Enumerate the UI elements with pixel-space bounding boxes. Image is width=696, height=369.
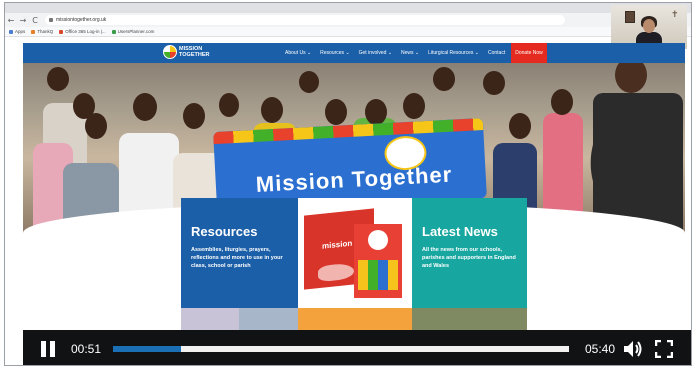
banner-stripe — [213, 117, 484, 145]
bookmark-item[interactable]: ThankQ — [31, 29, 53, 34]
nav-news[interactable]: News ⌄ — [401, 50, 419, 56]
child-head — [509, 113, 531, 139]
resources-title: Resources — [191, 224, 258, 239]
browser-tab-bar — [5, 3, 691, 13]
seek-bar[interactable] — [113, 346, 569, 352]
bookmark-label: Office 365 Log-in |... — [65, 29, 106, 34]
child-head — [551, 89, 573, 115]
bookmark-item[interactable]: Apps — [9, 29, 25, 34]
nav-contact[interactable]: Contact — [488, 50, 505, 56]
child-head — [433, 67, 455, 91]
bookmark-label: UsersPlanner.com — [117, 29, 155, 34]
main-nav: About Us ⌄ Resources ⌄ Get involved ⌄ Ne… — [285, 43, 505, 63]
logo-text: MISSION TOGETHER — [179, 46, 210, 58]
browser-address-bar: ← → C missiontogether.org.uk — [5, 13, 691, 27]
bookmark-item[interactable]: UsersPlanner.com — [111, 29, 155, 34]
bookmark-icon — [9, 29, 13, 34]
nav-get-involved[interactable]: Get involved ⌄ — [359, 50, 392, 56]
back-icon[interactable]: ← — [5, 16, 17, 25]
site-header: MISSION TOGETHER About Us ⌄ Resources ⌄ … — [23, 43, 685, 63]
child-head — [85, 113, 107, 139]
resources-card[interactable]: Resources Assemblies, liturgies, prayers… — [181, 198, 298, 308]
bookmark-icon — [31, 29, 36, 34]
latest-news-card[interactable]: Latest News All the news from our school… — [412, 198, 527, 308]
seek-progress — [113, 346, 182, 352]
forward-icon[interactable]: → — [17, 16, 29, 25]
bookmark-icon — [111, 29, 116, 34]
pause-icon[interactable] — [41, 341, 57, 357]
site-logo[interactable]: MISSION TOGETHER — [163, 45, 213, 59]
banner-text: Mission Together — [255, 161, 453, 197]
news-description: All the news from our schools, parishes … — [422, 247, 516, 269]
child-head — [47, 67, 69, 91]
child-head — [325, 99, 347, 125]
child-head — [365, 99, 387, 125]
adult-head — [615, 63, 647, 93]
world-map-graphic — [318, 262, 354, 283]
url-field[interactable]: missiontogether.org.uk — [45, 15, 565, 25]
content-cards: Resources Assemblies, liturgies, prayers… — [181, 198, 527, 330]
child-head — [219, 93, 239, 117]
thumbnail-strip — [181, 308, 527, 330]
thumbnail[interactable] — [412, 308, 527, 330]
child-head — [183, 103, 205, 129]
child-head — [133, 93, 157, 121]
thumbnail[interactable] — [298, 308, 412, 330]
bookmark-item[interactable]: Office 365 Log-in |... — [59, 29, 106, 34]
lock-icon — [49, 18, 53, 22]
news-title: Latest News — [422, 224, 498, 239]
donate-button[interactable]: Donate Now — [511, 43, 547, 63]
bookmark-label: ThankQ — [37, 29, 54, 34]
total-time: 05:40 — [585, 342, 616, 356]
resources-description: Assemblies, liturgies, prayers, reflecti… — [191, 247, 283, 269]
nav-about-us[interactable]: About Us ⌄ — [285, 50, 311, 56]
cross-icon: ✝ — [671, 10, 679, 20]
presenter-face — [643, 19, 655, 33]
video-controls: 00:51 05:40 — [23, 330, 691, 365]
bookmarks-bar: Apps ThankQ Office 365 Log-in |... Users… — [5, 27, 691, 37]
box-seal — [368, 230, 388, 250]
fullscreen-icon[interactable] — [655, 340, 673, 358]
child-head — [299, 71, 319, 93]
reload-icon[interactable]: C — [29, 16, 41, 25]
bookmark-icon — [59, 29, 64, 34]
box-label: mission — [322, 238, 353, 251]
wall-picture — [625, 11, 635, 23]
logo-globe-icon — [163, 45, 177, 59]
child-head — [403, 93, 425, 119]
nav-liturgical-resources[interactable]: Liturgical Resources ⌄ — [428, 50, 479, 56]
video-frame: ← → C missiontogether.org.uk Apps ThankQ… — [4, 2, 692, 366]
bookmark-label: Apps — [15, 29, 26, 34]
pause-bar — [50, 341, 55, 357]
pause-bar — [41, 341, 46, 357]
nav-resources[interactable]: Resources ⌄ — [320, 50, 349, 56]
url-text: missiontogether.org.uk — [56, 17, 107, 23]
volume-icon[interactable] — [623, 340, 643, 358]
child-head — [261, 97, 283, 123]
resources-box-image: mission — [298, 198, 412, 308]
thumbnail[interactable] — [239, 308, 298, 330]
elapsed-time: 00:51 — [71, 342, 102, 356]
thumbnail[interactable] — [181, 308, 239, 330]
child-head — [483, 71, 505, 95]
box-houses-graphic — [358, 260, 398, 290]
